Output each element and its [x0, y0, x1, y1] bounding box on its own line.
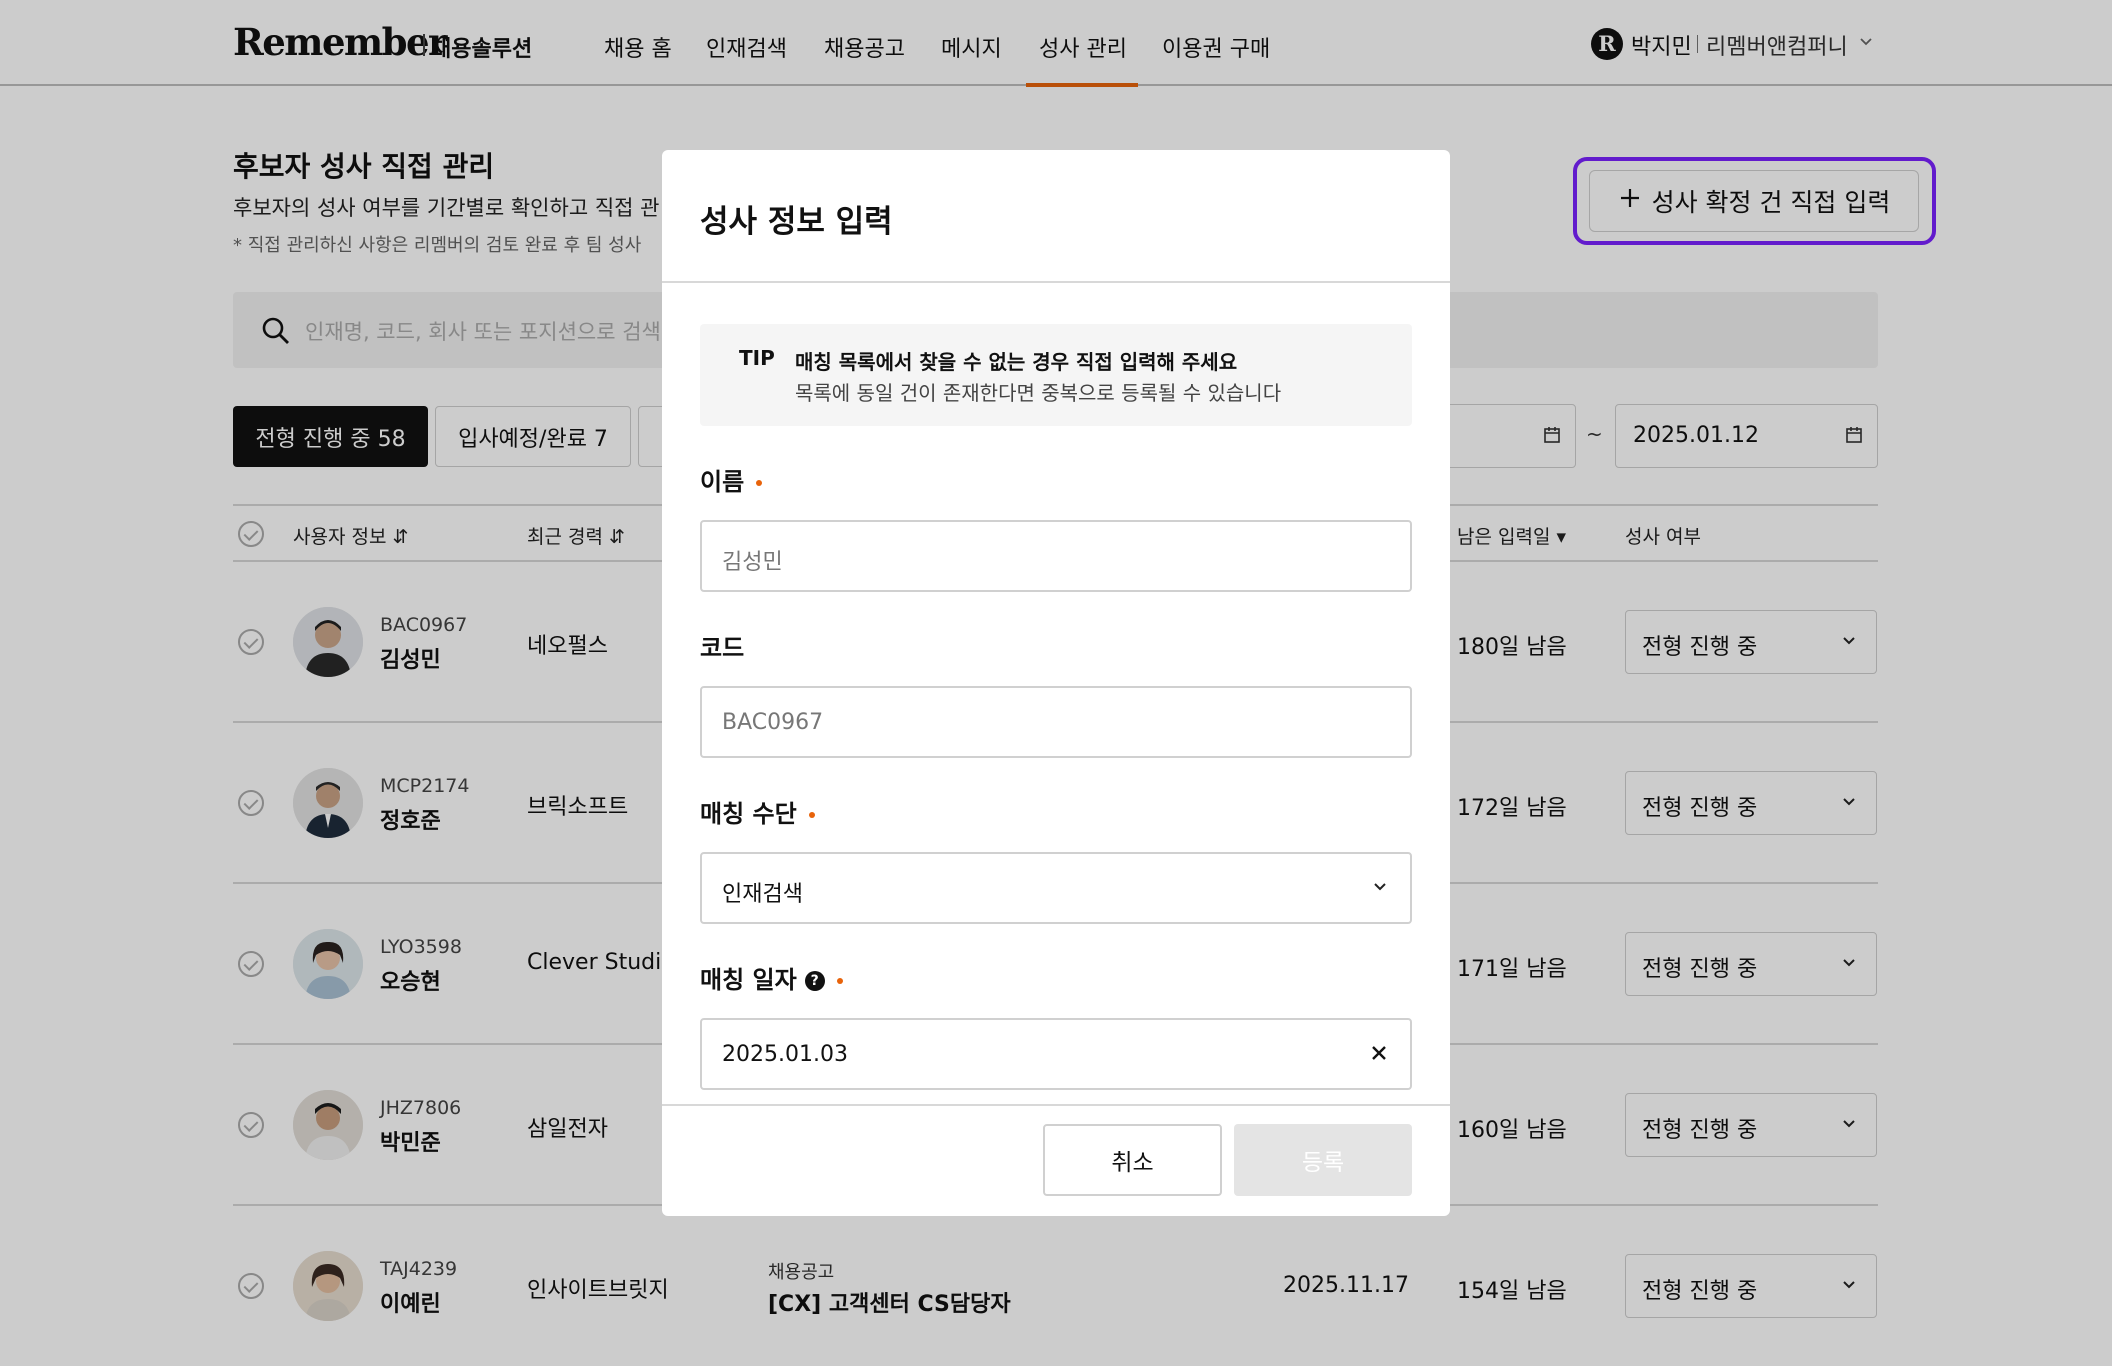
date-field[interactable]: 2025.01.03 [700, 1018, 1412, 1090]
cancel-button[interactable]: 취소 [1043, 1124, 1222, 1196]
page: Remember 채용솔루션 채용 홈 인재검색 채용공고 메시지 성사 관리 … [0, 0, 2112, 1366]
name-label: 이름 [700, 462, 763, 497]
date-label: 매칭 일자? [700, 960, 843, 995]
method-select[interactable]: 인재검색 [700, 852, 1412, 924]
chevron-down-icon [1370, 876, 1390, 902]
required-indicator [836, 978, 843, 984]
clear-icon[interactable] [1368, 1042, 1390, 1070]
name-field[interactable]: 김성민 [700, 520, 1412, 592]
code-field[interactable]: BAC0967 [700, 686, 1412, 758]
modal-title: 성사 정보 입력 [700, 204, 893, 240]
modal-divider [662, 281, 1450, 283]
method-label: 매칭 수단 [700, 794, 815, 829]
code-label: 코드 [700, 634, 745, 662]
tip-sub-text: 목록에 동일 건이 존재한다면 중복으로 등록될 수 있습니다 [795, 381, 1282, 405]
help-icon[interactable]: ? [804, 971, 825, 991]
required-indicator [756, 480, 763, 486]
required-indicator [808, 812, 815, 818]
modal-footer-divider [662, 1104, 1450, 1106]
tip-main-text: 매칭 목록에서 찾을 수 없는 경우 직접 입력해 주세요 [795, 350, 1238, 374]
submit-button[interactable]: 등록 [1234, 1124, 1412, 1196]
tip-label: TIP [739, 346, 775, 370]
hire-info-modal: 성사 정보 입력 TIP 매칭 목록에서 찾을 수 없는 경우 직접 입력해 주… [662, 150, 1450, 1216]
tip-box: TIP 매칭 목록에서 찾을 수 없는 경우 직접 입력해 주세요 목록에 동일… [700, 324, 1412, 426]
